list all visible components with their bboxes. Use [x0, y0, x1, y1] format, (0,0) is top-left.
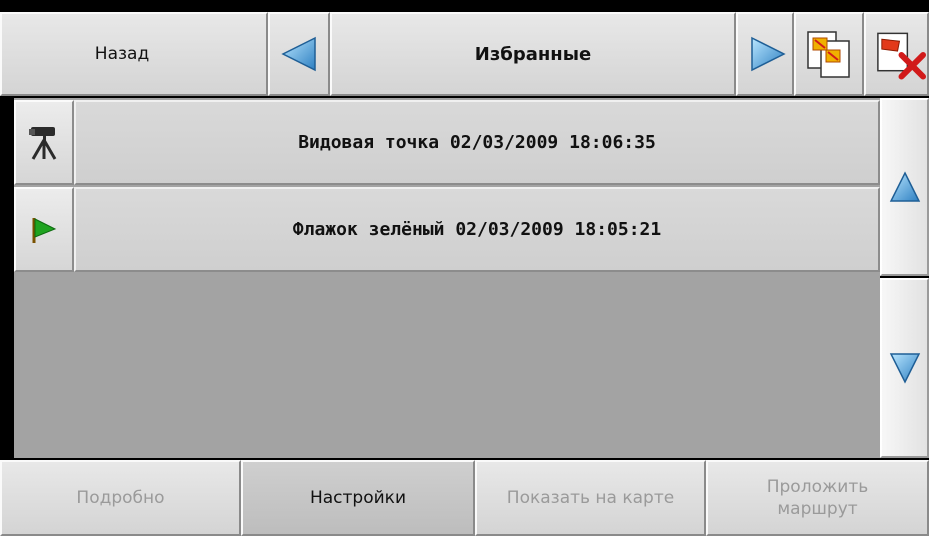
- triangle-left-icon: [281, 36, 316, 72]
- green-flag-icon: [32, 217, 57, 243]
- binoculars-tripod-icon: [29, 126, 57, 160]
- arrow-up-icon: [889, 171, 920, 202]
- settings-button-label: Настройки: [309, 488, 406, 508]
- next-category-button[interactable]: [736, 12, 794, 96]
- build-route-label-line1: Проложить: [766, 477, 869, 497]
- category-title-box: Избранные: [330, 12, 736, 96]
- build-route-button[interactable]: Проложить маршрут: [706, 460, 929, 536]
- export-button[interactable]: [794, 12, 864, 96]
- favorites-list: Видовая точка 02/03/2009 18:06:35 Флажок…: [14, 98, 880, 458]
- details-button-label: Подробно: [76, 488, 165, 508]
- settings-button[interactable]: Настройки: [241, 460, 475, 536]
- list-item[interactable]: Флажок зелёный 02/03/2009 18:05:21: [14, 187, 880, 274]
- delete-all-button[interactable]: [864, 12, 929, 96]
- delete-flag-icon: [877, 32, 927, 80]
- show-on-map-button[interactable]: Показать на карте: [475, 460, 706, 536]
- favorites-screen: Назад Избранные Видовая точка 02/03/2009…: [0, 0, 929, 536]
- list-item-icon-box: [14, 187, 74, 272]
- list-item[interactable]: Видовая точка 02/03/2009 18:06:35: [14, 100, 880, 187]
- page-title: Избранные: [474, 43, 592, 65]
- top-bar: Назад Избранные: [0, 0, 929, 98]
- scroll-down-button[interactable]: [880, 278, 929, 458]
- triangle-right-icon: [751, 36, 786, 72]
- back-button-label: Назад: [94, 44, 150, 64]
- details-button[interactable]: Подробно: [0, 460, 241, 536]
- arrow-down-icon: [889, 353, 920, 384]
- scrollbar: [880, 98, 929, 458]
- back-button[interactable]: Назад: [0, 12, 268, 96]
- scroll-up-button[interactable]: [880, 98, 929, 276]
- show-on-map-button-label: Показать на карте: [506, 488, 675, 508]
- list-item-icon-box: [14, 100, 74, 185]
- list-item-label: Видовая точка 02/03/2009 18:06:35: [74, 100, 880, 185]
- list-item-label: Флажок зелёный 02/03/2009 18:05:21: [74, 187, 880, 272]
- previous-category-button[interactable]: [268, 12, 330, 96]
- build-route-label-line2: маршрут: [777, 499, 858, 519]
- copy-documents-icon: [807, 31, 850, 78]
- bottom-bar: Подробно Настройки Показать на карте Про…: [0, 458, 929, 536]
